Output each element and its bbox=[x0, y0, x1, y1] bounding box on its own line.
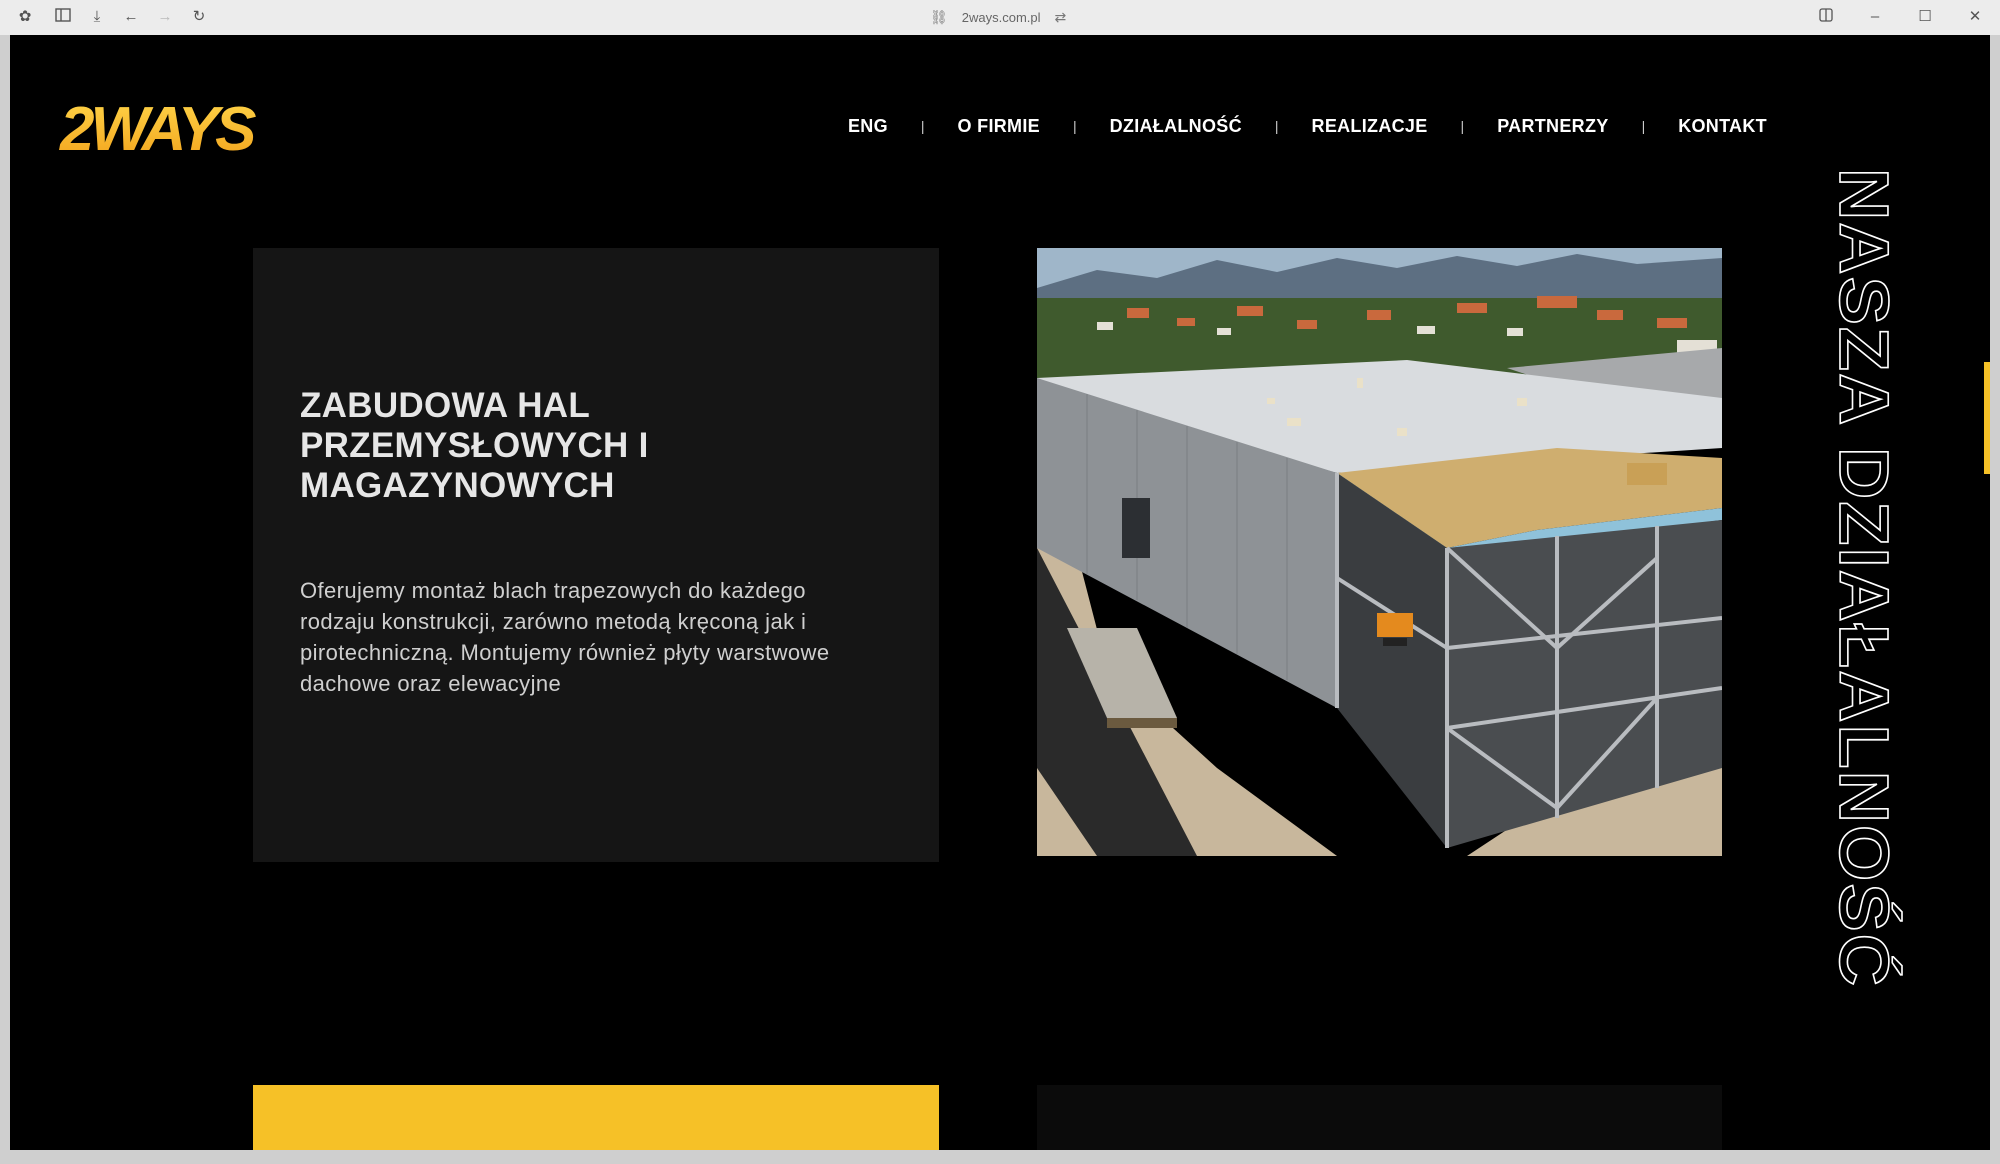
window-frame-bottom bbox=[0, 1150, 2000, 1164]
service-title: ZABUDOWA HAL PRZEMYSŁOWYCH I MAGAZYNOWYC… bbox=[300, 386, 649, 505]
nav-item-kontakt[interactable]: KONTAKT bbox=[1678, 116, 1767, 137]
nav-item-realizacje[interactable]: REALIZACJE bbox=[1312, 116, 1428, 137]
scroll-indicator[interactable] bbox=[1984, 362, 1990, 474]
nav-separator: | bbox=[1460, 118, 1465, 134]
nav-item-partnerzy[interactable]: PARTNERZY bbox=[1497, 116, 1608, 137]
next-service-card-yellow bbox=[253, 1085, 939, 1150]
main-navigation: ENG | O FIRMIE | DZIAŁALNOŚĆ | REALIZACJ… bbox=[848, 110, 1767, 142]
nav-separator: | bbox=[1274, 118, 1279, 134]
close-icon[interactable]: ✕ bbox=[1966, 8, 1984, 26]
service-card: ZABUDOWA HAL PRZEMYSŁOWYCH I MAGAZYNOWYC… bbox=[253, 248, 939, 862]
nav-item-dzialalnosc[interactable]: DZIAŁALNOŚĆ bbox=[1110, 116, 1242, 137]
browser-toolbar: ✿ ⤓ ← → ↻ ⛓ 2ways.com.pl ⇄ – ☐ ✕ bbox=[0, 0, 2000, 35]
url-text: 2ways.com.pl bbox=[961, 9, 1041, 25]
section-vertical-title: NASZA DZIAŁALNOŚĆ bbox=[1824, 167, 1912, 1028]
download-icon[interactable]: ⤓ bbox=[88, 8, 106, 26]
nav-separator: | bbox=[1641, 118, 1646, 134]
nav-item-eng[interactable]: ENG bbox=[848, 116, 888, 137]
nav-separator: | bbox=[920, 118, 925, 134]
service-photo bbox=[1037, 248, 1722, 856]
brand-logo[interactable]: 2WAYS bbox=[58, 92, 268, 164]
service-description: Oferujemy montaż blach trapezowych do ka… bbox=[300, 578, 830, 696]
web-page: 2WAYS ENG | O FIRMIE | DZIAŁALNOŚĆ | REA… bbox=[10, 35, 1990, 1150]
back-icon[interactable]: ← bbox=[122, 8, 140, 26]
address-bar[interactable]: ⛓ 2ways.com.pl ⇄ bbox=[930, 7, 1066, 27]
logo-text: 2WAYS bbox=[59, 95, 256, 160]
minimize-icon[interactable]: – bbox=[1866, 8, 1884, 26]
sidebar-icon[interactable] bbox=[54, 8, 72, 26]
split-view-icon[interactable] bbox=[1817, 8, 1835, 26]
next-service-card-dark bbox=[1037, 1085, 1722, 1150]
maximize-icon[interactable]: ☐ bbox=[1916, 8, 1934, 26]
link-icon: ⛓ bbox=[930, 8, 948, 25]
site-settings-icon[interactable]: ⇄ bbox=[1055, 9, 1067, 26]
extensions-icon[interactable]: ✿ bbox=[16, 8, 34, 26]
reload-icon[interactable]: ↻ bbox=[190, 8, 208, 26]
nav-separator: | bbox=[1072, 118, 1077, 134]
nav-item-o-firmie[interactable]: O FIRMIE bbox=[958, 116, 1040, 137]
vertical-title-text: NASZA DZIAŁALNOŚĆ bbox=[1826, 168, 1903, 988]
forward-icon[interactable]: → bbox=[156, 8, 174, 26]
